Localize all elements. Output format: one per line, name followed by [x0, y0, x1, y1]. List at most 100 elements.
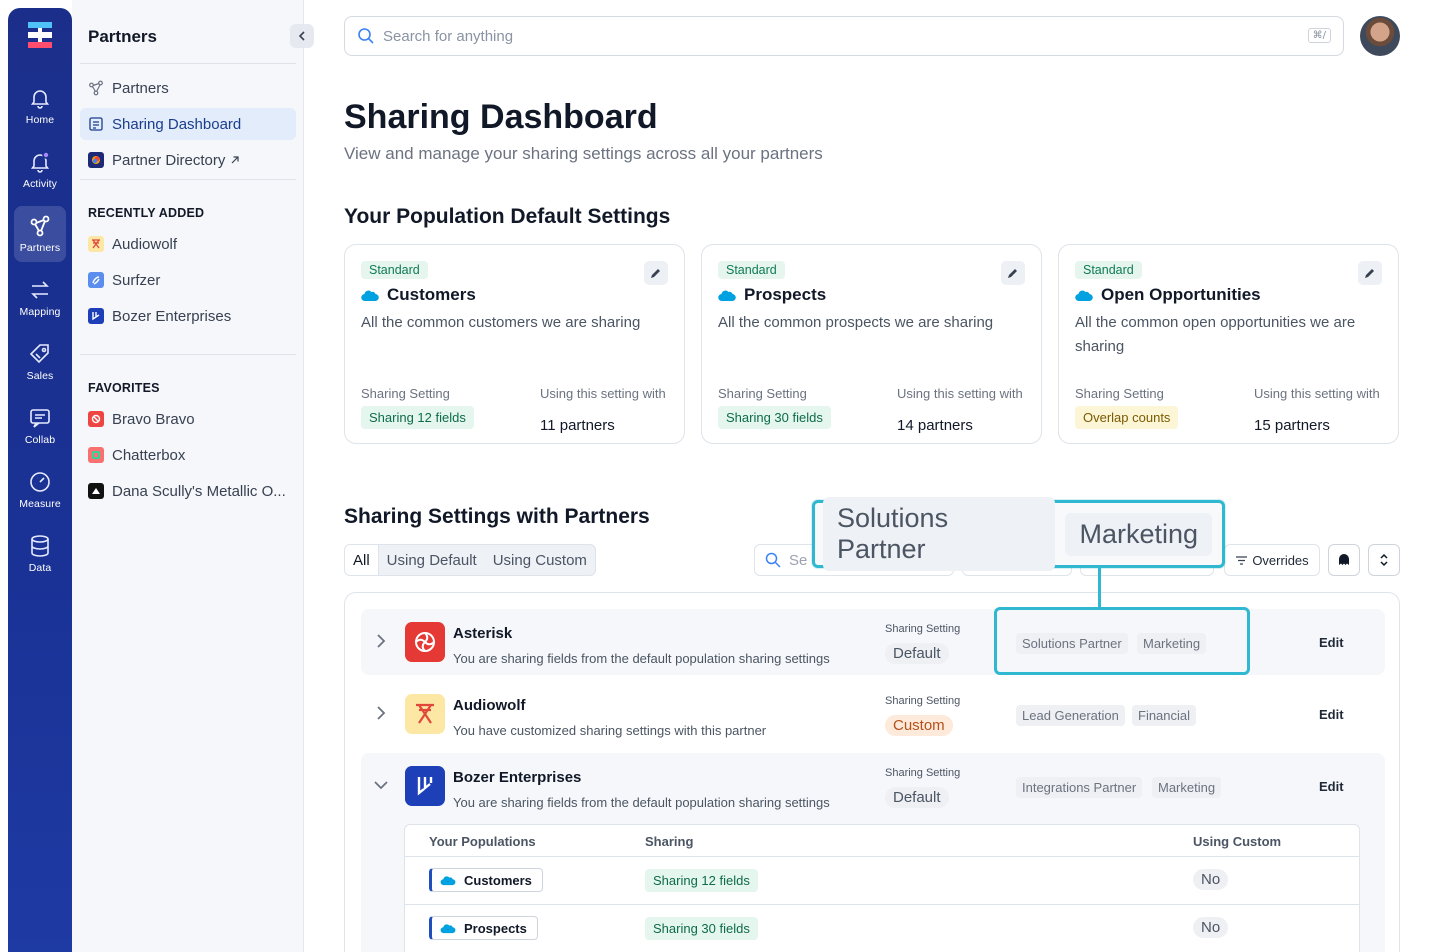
ghost-button[interactable]	[1328, 544, 1360, 576]
sharing-setting-value: Sharing 12 fields	[361, 406, 474, 429]
salesforce-cloud-icon	[440, 875, 456, 885]
overrides-button[interactable]: Overrides	[1224, 544, 1320, 576]
sharing-setting-status: Default	[885, 787, 949, 808]
recently-added-heading: RECENTLY ADDED	[88, 206, 205, 220]
salesforce-cloud-icon	[440, 923, 456, 933]
pencil-icon	[1008, 269, 1017, 278]
partner-name: Bozer Enterprises	[453, 769, 582, 786]
sidebar-item-label: Partner Directory	[112, 151, 226, 169]
partner-count: 11 partners	[540, 417, 615, 434]
search-input[interactable]	[383, 27, 1283, 45]
population-chip-prospects[interactable]: Prospects	[429, 916, 538, 940]
edit-partner-link[interactable]: Edit	[1319, 635, 1344, 650]
edit-partner-link[interactable]: Edit	[1319, 779, 1344, 794]
gauge-icon	[30, 472, 50, 492]
sharing-setting-label: Sharing Setting	[1075, 386, 1164, 401]
standard-badge: Standard	[361, 261, 428, 279]
sidebar-item-label: Surfzer	[112, 271, 161, 289]
partner-description: You have customized sharing settings wit…	[453, 723, 767, 738]
bozer-logo-icon	[405, 766, 445, 806]
rail-label: Data	[28, 562, 52, 574]
sort-button[interactable]	[1368, 544, 1400, 576]
divider	[405, 904, 1359, 905]
rail-data[interactable]: Data	[14, 526, 66, 582]
app-logo-icon[interactable]	[28, 22, 52, 48]
partner-tag: Integrations Partner	[1016, 777, 1143, 798]
edit-population-button[interactable]	[1358, 261, 1382, 285]
partner-tag: Marketing	[1152, 777, 1222, 798]
dashboard-icon	[88, 116, 104, 132]
population-chip-customers[interactable]: Customers	[429, 868, 543, 892]
partner-count: 14 partners	[897, 417, 973, 434]
external-link-icon	[230, 152, 240, 169]
sidebar-item-audiowolf[interactable]: Audiowolf	[80, 228, 296, 260]
sidebar-item-label: Bravo Bravo	[112, 410, 195, 428]
chevron-right-icon[interactable]	[373, 703, 389, 723]
sidebar-item-partner-directory[interactable]: Partner Directory	[80, 144, 296, 176]
partner-description: You are sharing fields from the default …	[453, 795, 830, 810]
edit-partner-link[interactable]: Edit	[1319, 707, 1344, 722]
sidebar-item-label: Partners	[112, 79, 169, 97]
tag-icon	[29, 344, 49, 364]
partners-network-icon	[30, 215, 50, 237]
using-setting-label: Using this setting with	[897, 386, 1023, 401]
sidebar-item-bozer-enterprises[interactable]: Bozer Enterprises	[80, 300, 296, 332]
population-description: All the common open opportunities we are…	[1075, 314, 1356, 355]
edit-population-button[interactable]	[1001, 261, 1025, 285]
population-name: Customers	[361, 285, 476, 305]
edit-population-button[interactable]	[644, 261, 668, 285]
partner-row-audiowolf[interactable]: Audiowolf You have customized sharing se…	[361, 681, 1385, 747]
rail-partners[interactable]: Partners	[14, 206, 66, 262]
sharing-setting-value: Sharing 30 fields	[718, 406, 831, 429]
population-name: Prospects	[718, 285, 826, 305]
pencil-icon	[651, 269, 660, 278]
filter-tabs: All Using Default Using Custom	[344, 544, 596, 576]
sidebar-item-partners[interactable]: Partners	[80, 72, 296, 104]
column-header-populations: Your Populations	[429, 834, 536, 849]
divider	[80, 354, 296, 355]
rail-activity[interactable]: Activity	[14, 142, 66, 198]
sidebar-item-label: Audiowolf	[112, 235, 178, 253]
sidebar-item-bravo-bravo[interactable]: Bravo Bravo	[80, 403, 296, 435]
using-setting-label: Using this setting with	[1254, 386, 1380, 401]
partners-network-icon	[88, 80, 104, 96]
tab-using-default[interactable]: Using Default	[379, 545, 485, 575]
sidebar-item-surfzer[interactable]: Surfzer	[80, 264, 296, 296]
rail-mapping[interactable]: Mapping	[14, 270, 66, 326]
asterisk-logo-icon	[405, 622, 445, 662]
zoomed-tag: Marketing	[1065, 512, 1212, 556]
partners-sidebar: Partners Partners Sharing Dashboard Part…	[72, 0, 314, 952]
column-header-using-custom: Using Custom	[1193, 834, 1282, 849]
divider	[80, 179, 296, 180]
sidebar-item-sharing-dashboard[interactable]: Sharing Dashboard	[80, 108, 296, 140]
rail-collab[interactable]: Collab	[14, 398, 66, 454]
tags-highlight-box	[994, 607, 1250, 675]
rail-sales[interactable]: Sales	[14, 334, 66, 390]
tab-using-custom[interactable]: Using Custom	[485, 545, 595, 575]
collapse-sidebar-button[interactable]	[290, 24, 314, 48]
bozer-logo-icon	[88, 308, 104, 324]
callout-connector	[1098, 568, 1101, 608]
chatterbox-logo-icon	[88, 447, 104, 463]
user-avatar[interactable]	[1360, 16, 1400, 56]
partner-tag: Lead Generation	[1016, 705, 1125, 726]
rail-home[interactable]: Home	[14, 78, 66, 134]
column-header-sharing: Sharing	[645, 834, 694, 849]
salesforce-cloud-icon	[1075, 290, 1093, 301]
sidebar-item-dana-scully[interactable]: Dana Scully's Metallic O...	[80, 475, 296, 507]
global-search-bar[interactable]: ⌘/	[344, 16, 1344, 56]
using-setting-label: Using this setting with	[540, 386, 666, 401]
chevron-down-icon[interactable]	[373, 775, 389, 795]
using-custom-value: No	[1193, 869, 1229, 890]
tab-all[interactable]: All	[345, 545, 379, 575]
partner-description: You are sharing fields from the default …	[453, 651, 830, 666]
rail-measure[interactable]: Measure	[14, 462, 66, 518]
rail-label: Sales	[26, 370, 54, 382]
zoomed-tag: Solutions Partner	[823, 497, 1056, 571]
sharing-setting-label: Sharing Setting	[885, 695, 961, 707]
dana-scully-logo-icon	[88, 483, 104, 499]
sidebar-item-chatterbox[interactable]: Chatterbox	[80, 439, 296, 471]
bravo-bravo-logo-icon	[88, 411, 104, 427]
population-card-prospects: Standard Prospects All the common prospe…	[701, 244, 1042, 444]
chevron-right-icon[interactable]	[373, 631, 389, 651]
